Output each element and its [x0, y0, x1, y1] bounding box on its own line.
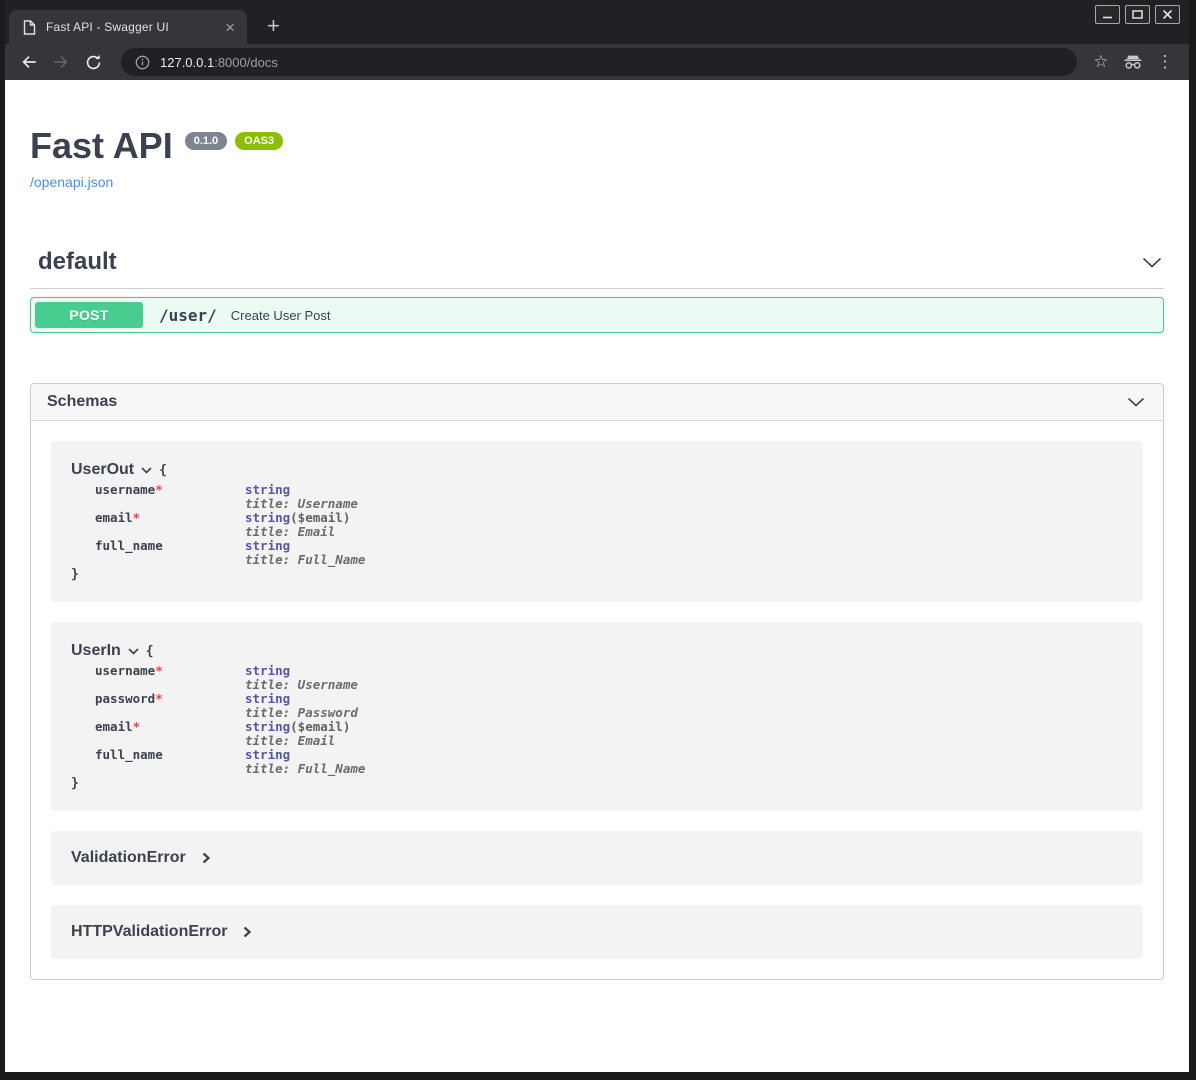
property-name: password* — [95, 692, 245, 720]
back-button[interactable] — [17, 50, 41, 74]
model-title[interactable]: UserOut — [71, 461, 134, 479]
chevron-down-icon[interactable] — [128, 648, 139, 655]
tab-title: Fast API - Swagger UI — [46, 20, 221, 34]
browser-window: Fast API - Swagger UI × + 1 — [5, 0, 1189, 1072]
endpoint-summary: Create User Post — [231, 308, 331, 323]
property-row: full_name string title: Full_Name — [95, 539, 1123, 567]
url-text: 127.0.0.1:8000/docs — [160, 55, 278, 70]
tag-title: default — [38, 248, 117, 276]
close-icon — [1162, 9, 1173, 20]
url-host: 127.0.0.1 — [160, 55, 214, 70]
property-row: email* string($email) title: Email — [95, 720, 1123, 748]
chevron-right-icon[interactable] — [202, 852, 210, 864]
property-row: email* string($email) title: Email — [95, 511, 1123, 539]
property-title: title: Username — [245, 497, 358, 511]
schemas-heading: Schemas — [47, 393, 117, 411]
property-name: username* — [95, 664, 245, 692]
property-name: email* — [95, 511, 245, 539]
property-name: full_name — [95, 748, 245, 776]
new-tab-button[interactable]: + — [261, 15, 286, 37]
property-title: title: Full_Name — [245, 762, 365, 776]
property-row: username* string title: Username — [95, 664, 1123, 692]
model-userout: UserOut { username* string title: Userna… — [51, 441, 1143, 602]
oas3-badge: OAS3 — [235, 132, 283, 150]
required-star: * — [133, 719, 141, 734]
browser-toolbar: 127.0.0.1:8000/docs ☆ ⋮ — [5, 44, 1189, 80]
close-brace: } — [71, 567, 1123, 582]
minimize-button[interactable] — [1095, 5, 1120, 24]
incognito-icon — [1119, 48, 1147, 76]
minimize-icon — [1102, 9, 1113, 20]
toolbar-actions: ☆ ⋮ — [1087, 48, 1179, 76]
close-tab-icon[interactable]: × — [221, 19, 239, 36]
property-format: ($email) — [290, 719, 350, 734]
property-row: full_name string title: Full_Name — [95, 748, 1123, 776]
endpoint-post-user[interactable]: POST /user/ Create User Post — [30, 297, 1164, 333]
api-info: Fast API 0.1.0 OAS3 /openapi.json — [30, 80, 1164, 192]
model-validationerror[interactable]: ValidationError — [51, 831, 1143, 885]
schemas-header[interactable]: Schemas — [31, 384, 1163, 421]
openapi-spec-link[interactable]: /openapi.json — [30, 174, 113, 190]
endpoint-path: /user/ — [159, 306, 217, 325]
property-type: string — [245, 692, 358, 706]
property-name: full_name — [95, 539, 245, 567]
model-httpvalidationerror[interactable]: HTTPValidationError — [51, 905, 1143, 959]
forward-button[interactable] — [49, 50, 73, 74]
close-button[interactable] — [1155, 5, 1180, 24]
chevron-down-icon[interactable] — [1127, 397, 1145, 407]
property-row: username* string title: Username — [95, 483, 1123, 511]
chevron-down-icon[interactable] — [141, 467, 152, 474]
property-name: email* — [95, 720, 245, 748]
reload-icon — [84, 53, 103, 72]
open-brace: { — [159, 463, 167, 478]
api-title: Fast API — [30, 126, 173, 166]
property-type: string($email) — [245, 720, 350, 734]
method-badge: POST — [35, 302, 143, 328]
site-info-icon[interactable] — [135, 55, 150, 70]
property-type: string($email) — [245, 511, 350, 525]
property-name: username* — [95, 483, 245, 511]
property-title: title: Password — [245, 706, 358, 720]
property-type: string — [245, 539, 365, 553]
address-bar[interactable]: 127.0.0.1:8000/docs — [121, 48, 1077, 76]
open-brace: { — [146, 644, 154, 659]
browser-menu-icon[interactable]: ⋮ — [1151, 48, 1179, 76]
close-brace: } — [71, 776, 1123, 791]
back-arrow-icon — [19, 52, 39, 72]
schemas-body: UserOut { username* string title: Userna… — [31, 421, 1163, 979]
reload-button[interactable] — [81, 50, 105, 74]
property-title: title: Email — [245, 734, 350, 748]
property-row: password* string title: Password — [95, 692, 1123, 720]
page-icon — [23, 20, 36, 35]
maximize-icon — [1132, 9, 1143, 20]
required-star: * — [133, 510, 141, 525]
bookmark-star-icon[interactable]: ☆ — [1087, 48, 1115, 76]
property-type: string — [245, 483, 358, 497]
model-title[interactable]: HTTPValidationError — [71, 923, 227, 941]
tab-strip: Fast API - Swagger UI × + — [5, 0, 1189, 44]
schemas-section: Schemas UserOut { username* — [30, 383, 1164, 980]
forward-arrow-icon — [51, 52, 71, 72]
maximize-button[interactable] — [1125, 5, 1150, 24]
swagger-page: Fast API 0.1.0 OAS3 /openapi.json defaul… — [5, 80, 1189, 1072]
property-title: title: Email — [245, 525, 350, 539]
property-title: title: Username — [245, 678, 358, 692]
property-type: string — [245, 664, 358, 678]
url-path: :8000/docs — [214, 55, 278, 70]
model-title[interactable]: UserIn — [71, 642, 121, 660]
required-star: * — [155, 482, 163, 497]
chevron-down-icon[interactable] — [1142, 257, 1162, 268]
property-title: title: Full_Name — [245, 553, 365, 567]
chevron-right-icon[interactable] — [243, 926, 251, 938]
tag-section-default[interactable]: default — [30, 248, 1164, 289]
model-title[interactable]: ValidationError — [71, 849, 186, 867]
required-star: * — [155, 663, 163, 678]
property-type: string — [245, 748, 365, 762]
version-badge: 0.1.0 — [185, 132, 227, 150]
tab-fast-api[interactable]: Fast API - Swagger UI × — [9, 10, 247, 44]
window-controls — [1095, 5, 1180, 24]
model-userin: UserIn { username* string title: Usernam… — [51, 622, 1143, 811]
required-star: * — [155, 691, 163, 706]
property-format: ($email) — [290, 510, 350, 525]
